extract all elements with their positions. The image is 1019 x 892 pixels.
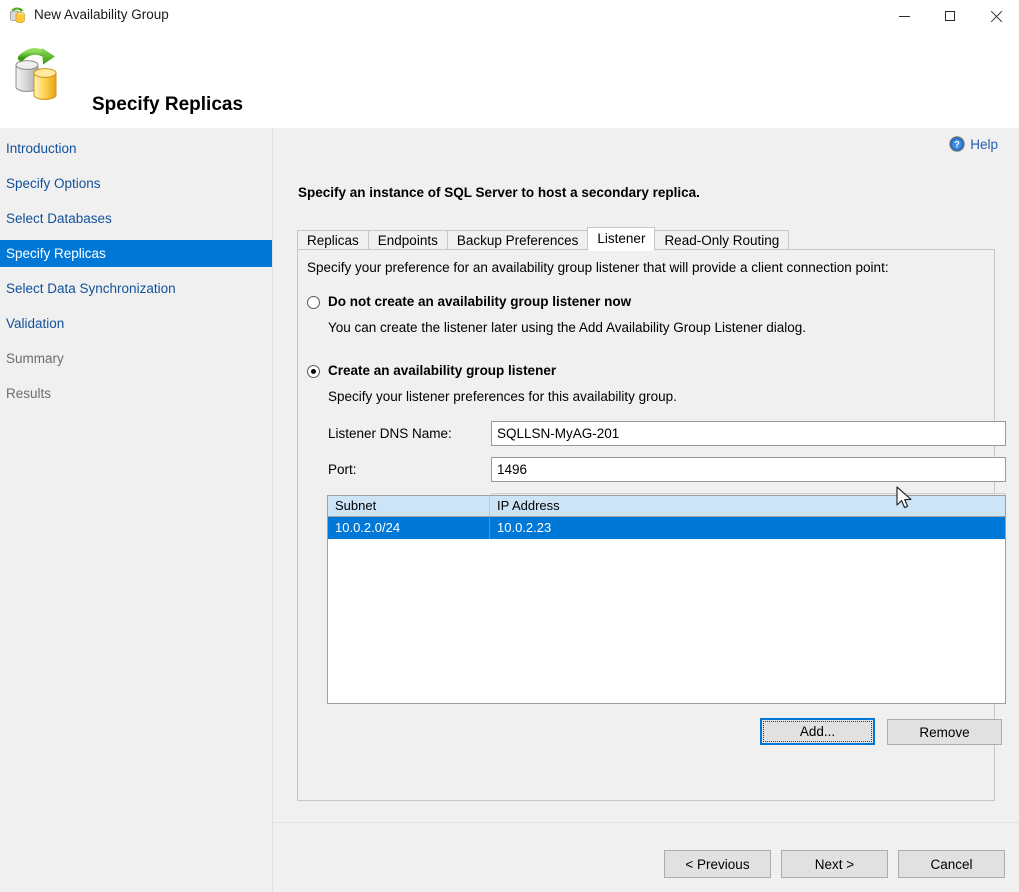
svg-text:?: ? — [954, 140, 960, 150]
radio-create-listener[interactable]: Create an availability group listener — [307, 363, 556, 378]
help-circle-icon: ? — [949, 136, 965, 152]
help-link[interactable]: ? Help — [949, 136, 998, 152]
remove-button-label: Remove — [888, 720, 1001, 744]
next-button-label: Next > — [782, 851, 887, 877]
availability-group-icon — [8, 6, 28, 26]
new-availability-group-wizard: New Availability Group — [0, 0, 1019, 892]
sidebar-item-validation[interactable]: Validation — [0, 310, 272, 337]
window-controls — [881, 0, 1019, 32]
section-heading: Specify an instance of SQL Server to hos… — [298, 185, 700, 200]
content-pane: ? Help Specify an instance of SQL Server… — [273, 128, 1019, 822]
minimize-button[interactable] — [881, 0, 927, 32]
help-label: Help — [970, 137, 998, 152]
previous-button[interactable]: < Previous — [664, 850, 771, 878]
add-button[interactable]: Add... — [760, 718, 875, 745]
tab-backup-preferences[interactable]: Backup Preferences — [447, 230, 589, 250]
tab-replicas[interactable]: Replicas — [297, 230, 369, 250]
cancel-button[interactable]: Cancel — [898, 850, 1005, 878]
radio-create-listener-description: Specify your listener preferences for th… — [328, 389, 677, 404]
listener-dns-name-input[interactable] — [491, 421, 1006, 446]
maximize-icon — [945, 11, 955, 21]
wizard-steps-sidebar: Introduction Specify Options Select Data… — [0, 128, 273, 892]
radio-do-not-create-listener-label: Do not create an availability group list… — [328, 294, 631, 309]
tab-listener[interactable]: Listener — [587, 227, 655, 251]
listener-intro-text: Specify your preference for an availabil… — [307, 260, 889, 275]
grid-header-row: Subnet IP Address — [328, 496, 1005, 517]
listener-tab-page: Specify your preference for an availabil… — [297, 249, 995, 801]
page-header: Specify Replicas — [0, 32, 1019, 128]
table-row[interactable]: 10.0.2.0/24 10.0.2.23 — [328, 517, 1005, 539]
close-icon — [990, 10, 1002, 22]
grid-cell-ip-address: 10.0.2.23 — [490, 517, 1005, 539]
sidebar-item-results: Results — [0, 380, 272, 407]
radio-checked-icon — [307, 365, 320, 378]
window-title: New Availability Group — [34, 7, 169, 22]
radio-do-not-create-listener-description: You can create the listener later using … — [328, 320, 806, 335]
listener-dns-name-label: Listener DNS Name: — [328, 426, 452, 441]
minimize-icon — [899, 16, 910, 17]
sidebar-item-specify-options[interactable]: Specify Options — [0, 170, 272, 197]
sidebar-item-select-databases[interactable]: Select Databases — [0, 205, 272, 232]
remove-button[interactable]: Remove — [887, 719, 1002, 745]
grid-cell-subnet: 10.0.2.0/24 — [328, 517, 490, 539]
wizard-footer: < Previous Next > Cancel — [273, 822, 1019, 892]
replicas-databases-icon — [8, 44, 74, 110]
subnet-ip-grid[interactable]: Subnet IP Address 10.0.2.0/24 10.0.2.23 — [327, 495, 1006, 704]
sidebar-item-summary: Summary — [0, 345, 272, 372]
page-title: Specify Replicas — [92, 94, 243, 116]
tab-read-only-routing[interactable]: Read-Only Routing — [654, 230, 789, 250]
listener-port-input[interactable] — [491, 457, 1006, 482]
maximize-button[interactable] — [927, 0, 973, 32]
sidebar-item-specify-replicas[interactable]: Specify Replicas — [0, 240, 272, 267]
previous-button-label: < Previous — [665, 851, 770, 877]
add-button-label: Add... — [762, 720, 873, 743]
listener-port-label: Port: — [328, 462, 357, 477]
sidebar-item-select-data-synchronization[interactable]: Select Data Synchronization — [0, 275, 272, 302]
radio-unchecked-icon — [307, 296, 320, 309]
sidebar-item-introduction[interactable]: Introduction — [0, 135, 272, 162]
close-button[interactable] — [973, 0, 1019, 32]
grid-column-subnet[interactable]: Subnet — [328, 496, 490, 516]
radio-create-listener-label: Create an availability group listener — [328, 363, 556, 378]
title-bar: New Availability Group — [0, 0, 1019, 32]
cancel-button-label: Cancel — [899, 851, 1004, 877]
tab-endpoints[interactable]: Endpoints — [368, 230, 448, 250]
replica-tabs: Replicas Endpoints Backup Preferences Li… — [297, 228, 995, 250]
grid-column-ip-address[interactable]: IP Address — [490, 496, 1005, 516]
next-button[interactable]: Next > — [781, 850, 888, 878]
radio-do-not-create-listener[interactable]: Do not create an availability group list… — [307, 294, 631, 309]
